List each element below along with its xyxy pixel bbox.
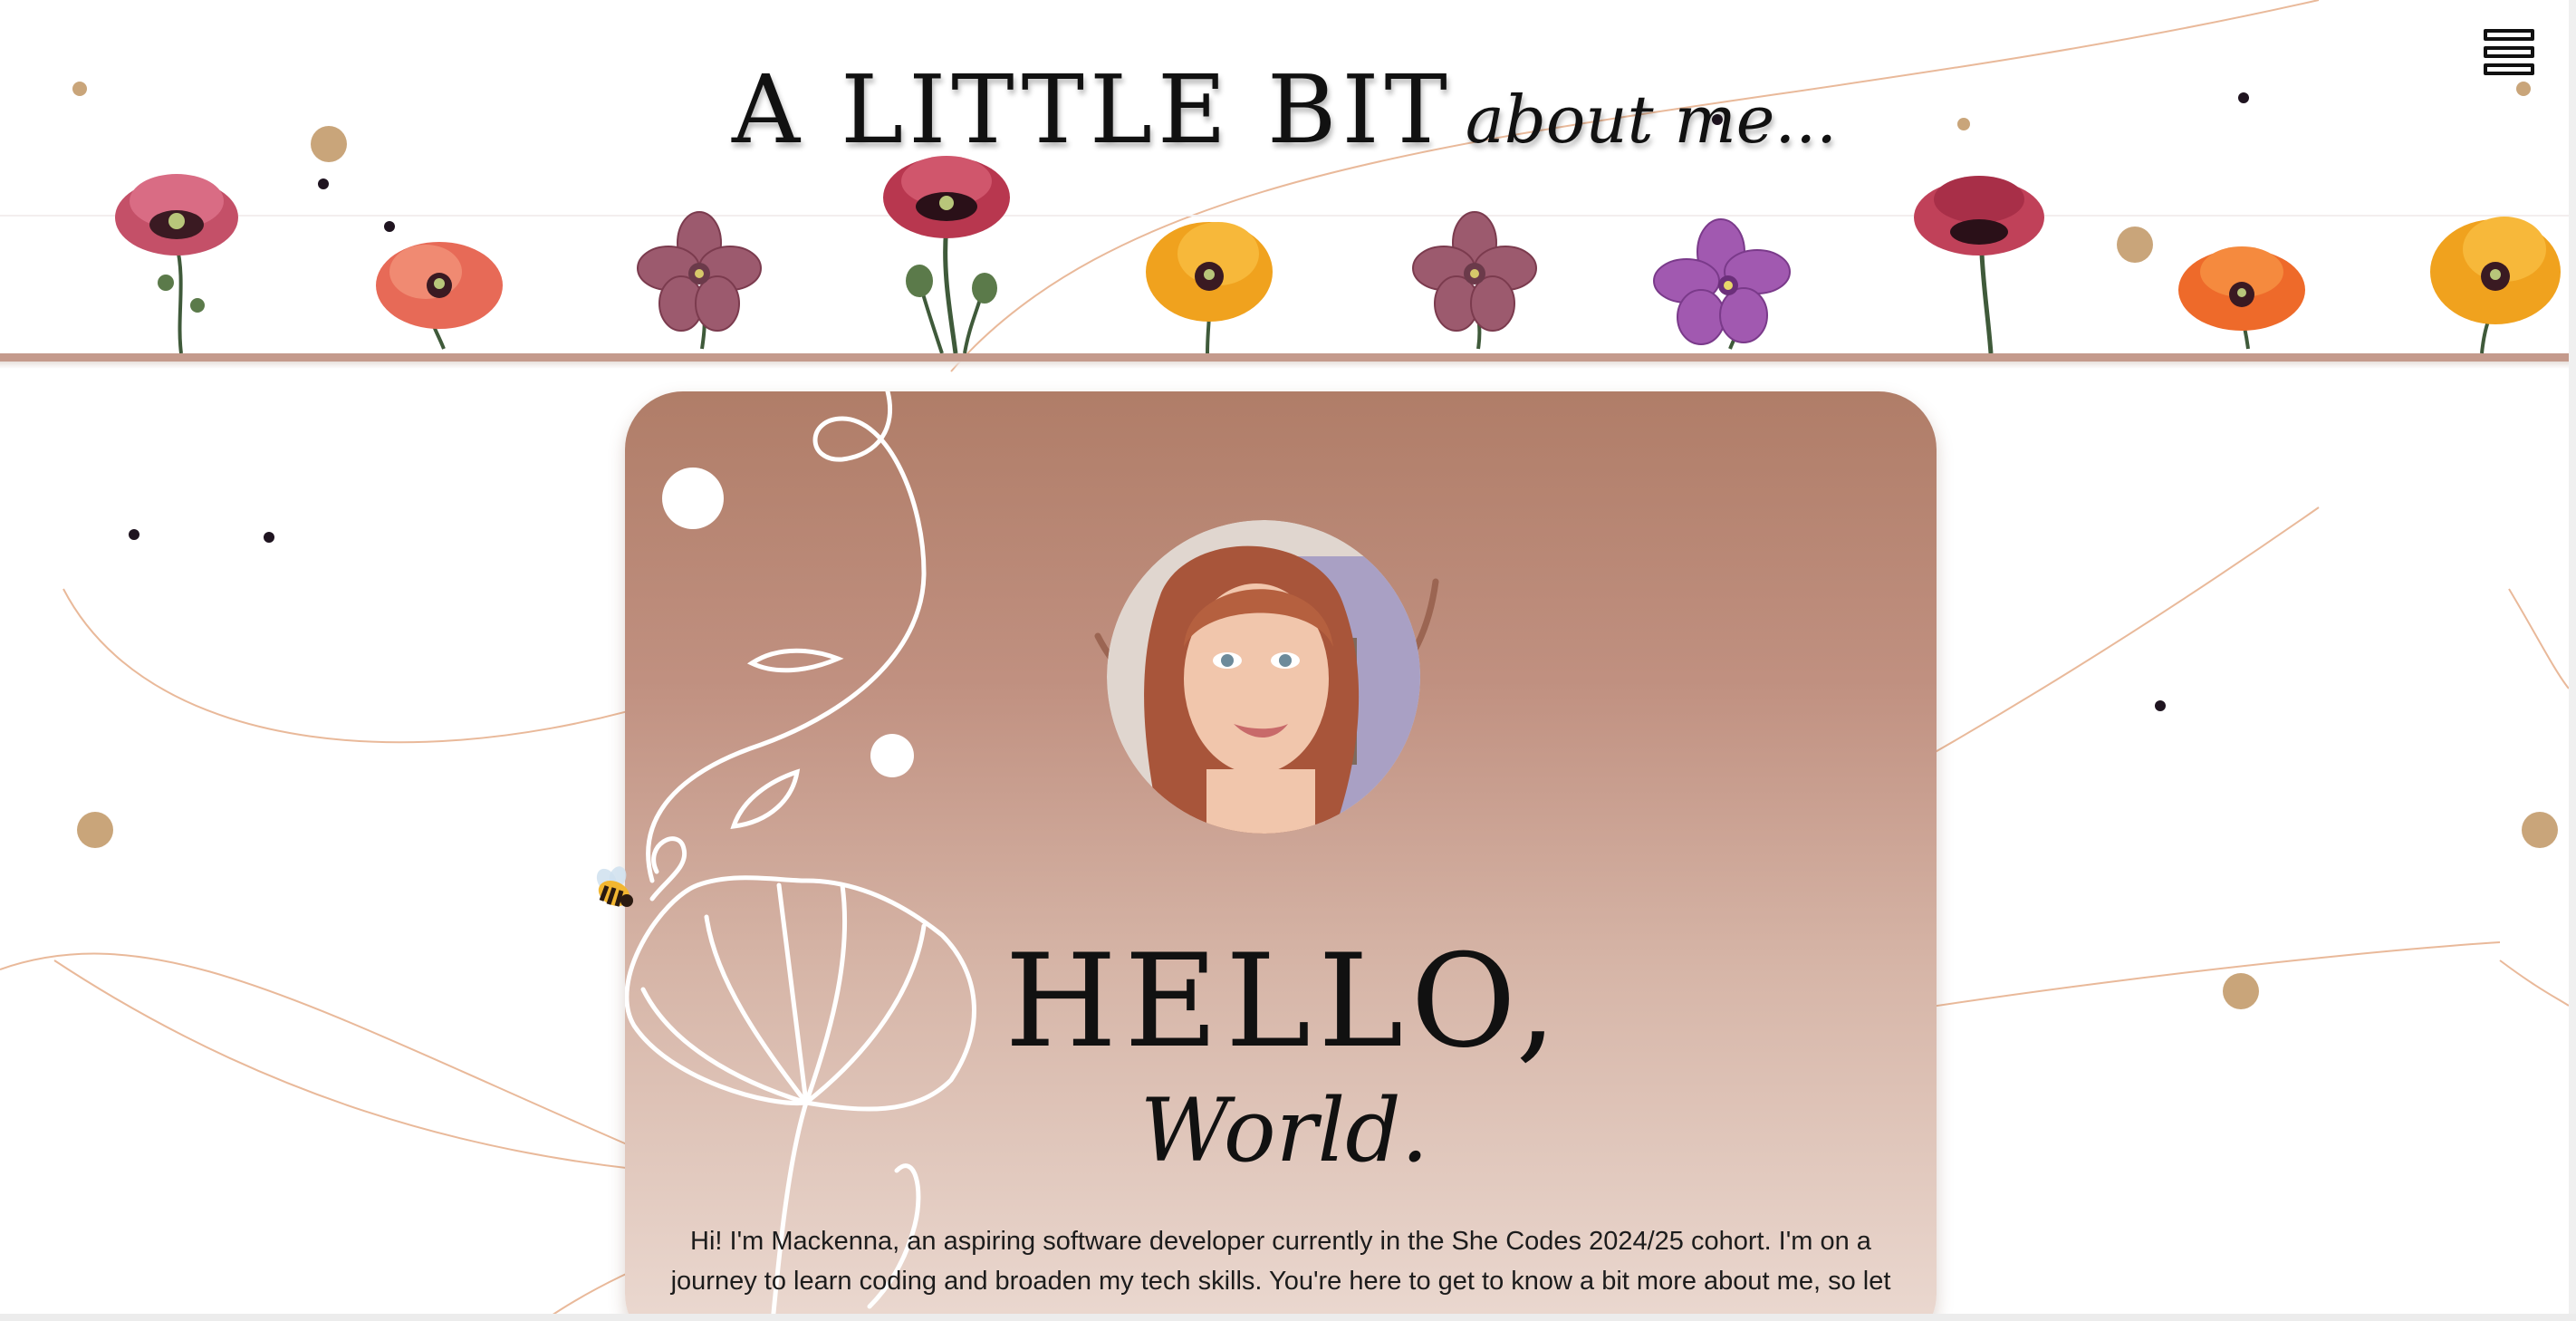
profile-avatar (1107, 520, 1420, 834)
site-header: A LITTLE BIT about me... (0, 0, 2569, 369)
page: A LITTLE BIT about me... HELLO, World. H… (0, 0, 2576, 1321)
menu-bar (2484, 46, 2534, 58)
header-shadow (0, 362, 2569, 369)
poppy-flower-icon (2430, 217, 2561, 354)
poppy-flower-icon (1914, 176, 2044, 354)
menu-bar (2484, 29, 2534, 41)
poppy-flower-icon (883, 156, 1010, 354)
site-title: A LITTLE BIT about me... (0, 54, 2569, 165)
scrollbar-track[interactable] (2569, 0, 2576, 1321)
poppy-flower-icon (115, 174, 238, 354)
flower-icon (1653, 218, 1791, 350)
bee-icon (596, 866, 633, 907)
hello-subheading: World. (1139, 1080, 1429, 1181)
site-title-main: A LITTLE BIT (732, 54, 1453, 165)
header-bottom-border (0, 353, 2569, 362)
flower-icon (1412, 211, 1537, 350)
profile-photo (1107, 520, 1420, 834)
poppy-flower-icon (2178, 246, 2305, 350)
menu-bar (2484, 63, 2534, 75)
hero-card (625, 391, 1937, 1321)
site-title-script: about me... (1465, 82, 1837, 158)
poppy-flower-icon (376, 242, 503, 350)
flower-icon (637, 211, 762, 350)
hello-heading: HELLO, (1004, 927, 1564, 1076)
bottom-edge (0, 1314, 2576, 1321)
hamburger-menu-icon[interactable] (2484, 29, 2536, 82)
poppy-flower-icon (1146, 222, 1273, 354)
intro-paragraph: Hi! I'm Mackenna, an aspiring software d… (670, 1227, 1891, 1296)
